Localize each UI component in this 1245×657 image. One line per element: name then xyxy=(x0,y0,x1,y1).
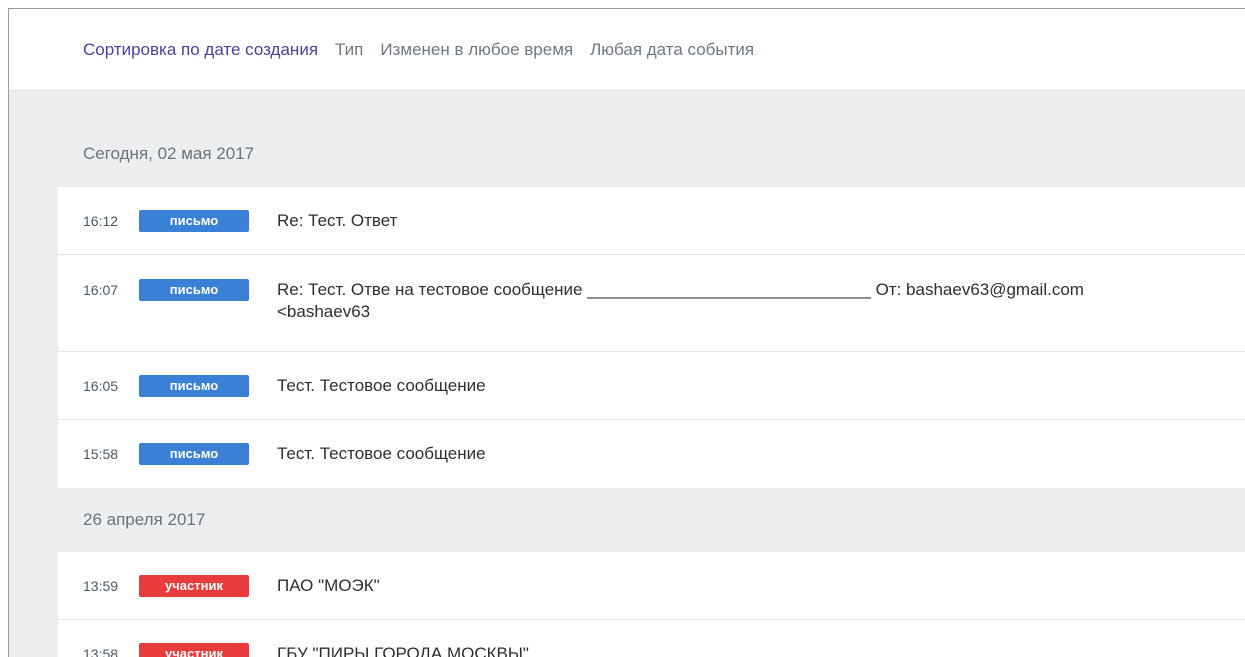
list-item[interactable]: 13:59 УЧАСТНИК ПАО "МОЭК" xyxy=(58,552,1245,620)
item-time: 13:58 xyxy=(83,646,119,657)
event-list: 13:59 УЧАСТНИК ПАО "МОЭК" 13:58 УЧАСТНИК… xyxy=(58,552,1245,657)
list-item[interactable]: 16:05 ПИСЬМО Тест. Тестовое сообщение xyxy=(58,352,1245,420)
list-item[interactable]: 15:58 ПИСЬМО Тест. Тестовое сообщение xyxy=(58,420,1245,488)
type-badge: ПИСЬМО xyxy=(139,375,249,397)
item-time: 15:58 xyxy=(83,446,119,462)
list-item[interactable]: 16:12 ПИСЬМО Re: Тест. Ответ xyxy=(58,187,1245,255)
item-time: 16:05 xyxy=(83,378,119,394)
type-badge: ПИСЬМО xyxy=(139,279,249,301)
item-time: 16:12 xyxy=(83,213,119,229)
item-title[interactable]: ПАО "МОЭК" xyxy=(277,575,380,597)
filter-bar: Сортировка по дате создания Тип Изменен … xyxy=(9,9,1245,91)
item-title[interactable]: Re: Тест. Отве на тестовое сообщение ___… xyxy=(277,279,1117,323)
event-list: 16:12 ПИСЬМО Re: Тест. Ответ 16:07 ПИСЬМ… xyxy=(58,187,1245,488)
event-date-filter[interactable]: Любая дата события xyxy=(590,40,754,60)
item-title[interactable]: Re: Тест. Ответ xyxy=(277,210,397,232)
item-title[interactable]: Тест. Тестовое сообщение xyxy=(277,375,486,397)
feed-panel: Сортировка по дате создания Тип Изменен … xyxy=(8,8,1245,657)
item-time: 13:59 xyxy=(83,578,119,594)
modified-filter[interactable]: Изменен в любое время xyxy=(380,40,573,60)
type-badge: УЧАСТНИК xyxy=(139,575,249,597)
type-badge: ПИСЬМО xyxy=(139,443,249,465)
item-time: 16:07 xyxy=(83,282,119,298)
group-header: 26 апреля 2017 xyxy=(83,510,206,529)
list-item[interactable]: 13:58 УЧАСТНИК ГБУ "ПИРЫ ГОРОДА МОСКВЫ" xyxy=(58,620,1245,657)
list-item[interactable]: 16:07 ПИСЬМО Re: Тест. Отве на тестовое … xyxy=(58,255,1245,352)
type-filter[interactable]: Тип xyxy=(335,40,363,60)
sort-by-creation-date-filter[interactable]: Сортировка по дате создания xyxy=(83,40,318,60)
group-header: Сегодня, 02 мая 2017 xyxy=(83,144,255,163)
item-title[interactable]: Тест. Тестовое сообщение xyxy=(277,443,486,465)
type-badge: ПИСЬМО xyxy=(139,210,249,232)
item-title[interactable]: ГБУ "ПИРЫ ГОРОДА МОСКВЫ" xyxy=(277,643,529,657)
type-badge: УЧАСТНИК xyxy=(139,643,249,657)
